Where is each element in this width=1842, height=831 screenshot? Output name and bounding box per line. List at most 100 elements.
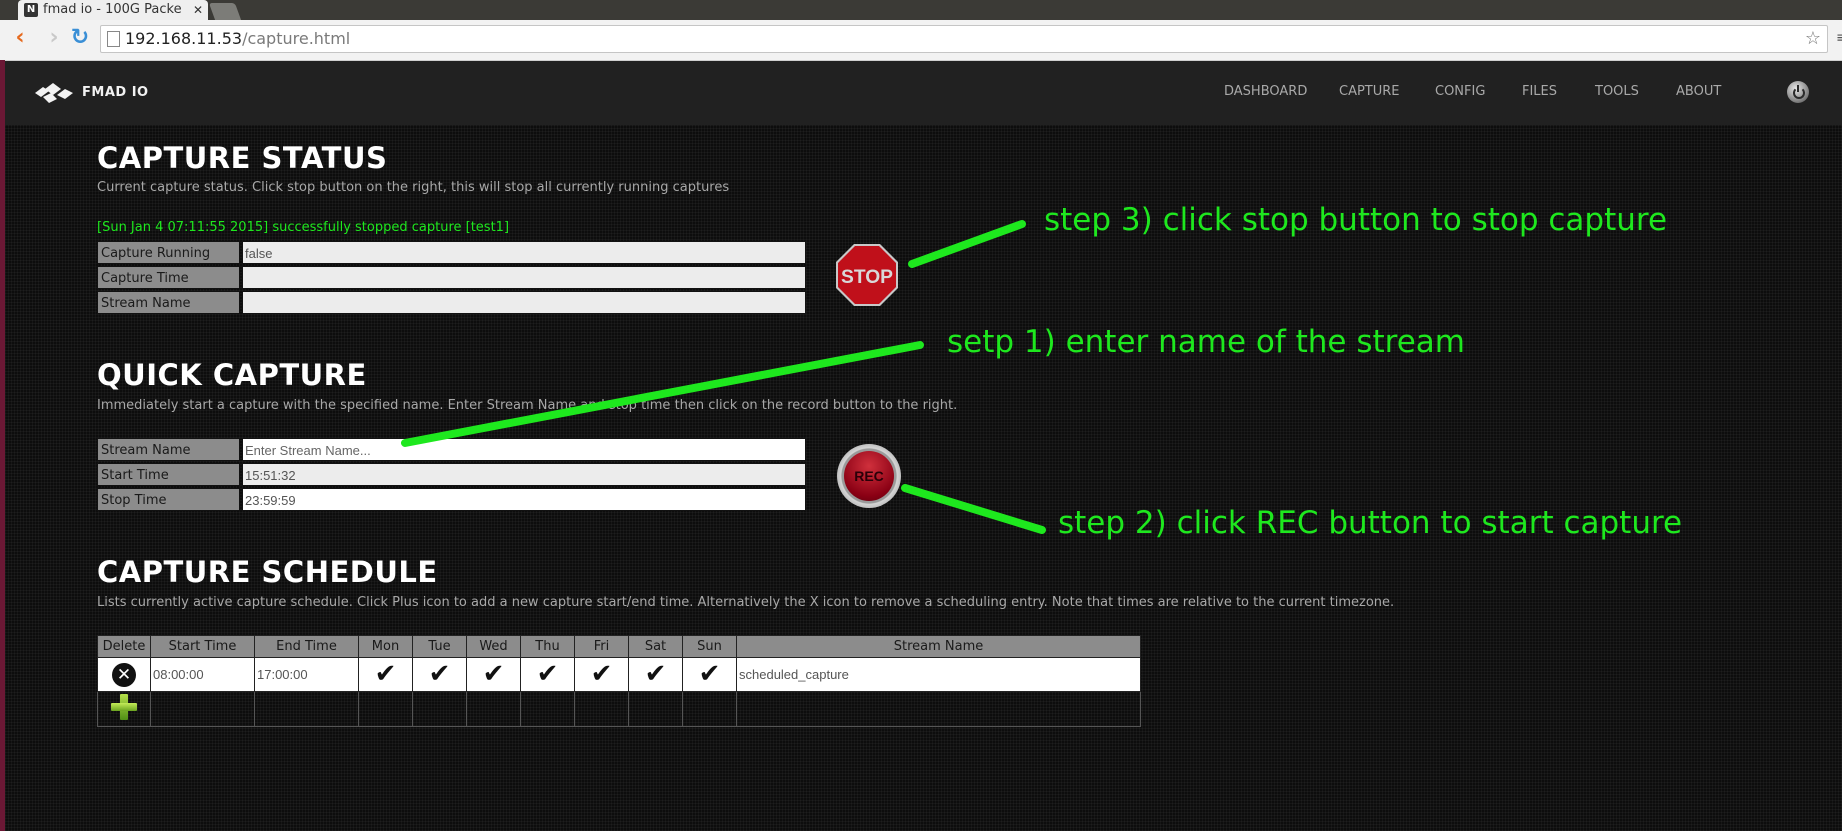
col-tue: Tue bbox=[412, 635, 467, 658]
status-label: Stream Name bbox=[97, 291, 240, 314]
col-sun: Sun bbox=[682, 635, 737, 658]
quick-capture-title: QUICK CAPTURE bbox=[97, 358, 367, 392]
wed-check-icon[interactable]: ✔ bbox=[466, 657, 521, 692]
page: FMAD IO DASHBOARD CAPTURE CONFIG FILES T… bbox=[5, 61, 1842, 831]
capture-schedule-title: CAPTURE SCHEDULE bbox=[97, 555, 438, 589]
status-row-capture-running: Capture Running false bbox=[97, 241, 810, 266]
stop-button[interactable]: STOP bbox=[835, 243, 899, 307]
col-start-time: Start Time bbox=[150, 635, 255, 658]
col-mon: Mon bbox=[358, 635, 413, 658]
empty-cell bbox=[358, 691, 413, 727]
col-thu: Thu bbox=[520, 635, 575, 658]
capture-status-description: Current capture status. Click stop butto… bbox=[97, 180, 730, 195]
empty-cell bbox=[520, 691, 575, 727]
stop-time-label: Stop Time bbox=[97, 488, 240, 511]
schedule-table: Delete Start Time End Time Mon Tue Wed T… bbox=[97, 635, 1141, 727]
status-row-stream-name: Stream Name bbox=[97, 291, 810, 316]
record-icon: REC bbox=[844, 451, 894, 501]
empty-cell bbox=[150, 691, 255, 727]
add-cell bbox=[97, 691, 151, 727]
nav-config[interactable]: CONFIG bbox=[1435, 84, 1485, 99]
empty-cell bbox=[628, 691, 683, 727]
form-row-start-time: Start Time bbox=[97, 463, 810, 488]
tab-close-icon[interactable]: ✕ bbox=[193, 0, 203, 20]
status-value bbox=[242, 266, 806, 289]
power-icon[interactable] bbox=[1787, 81, 1809, 103]
col-stream-name: Stream Name bbox=[736, 635, 1141, 658]
nav-capture[interactable]: CAPTURE bbox=[1339, 84, 1400, 99]
sun-check-icon[interactable]: ✔ bbox=[682, 657, 737, 692]
tab-title: fmad io - 100G Packe bbox=[43, 2, 182, 17]
rec-button[interactable]: REC bbox=[837, 444, 901, 508]
schedule-add-row bbox=[97, 691, 1141, 727]
browser-tabstrip: N fmad io - 100G Packe ✕ bbox=[0, 0, 1842, 20]
stop-label: STOP bbox=[841, 267, 893, 288]
status-row-capture-time: Capture Time bbox=[97, 266, 810, 291]
empty-cell bbox=[254, 691, 359, 727]
url-host: 192.168.11.53 bbox=[125, 29, 243, 48]
stream-name-label: Stream Name bbox=[97, 438, 240, 461]
end-time-cell[interactable]: 17:00:00 bbox=[254, 657, 359, 692]
browser-tab[interactable]: N fmad io - 100G Packe ✕ bbox=[18, 0, 208, 20]
start-time-input[interactable] bbox=[245, 465, 805, 486]
thu-check-icon[interactable]: ✔ bbox=[520, 657, 575, 692]
capture-schedule-description: Lists currently active capture schedule.… bbox=[97, 595, 1395, 610]
forward-icon[interactable]: › bbox=[42, 26, 66, 50]
top-navbar: FMAD IO DASHBOARD CAPTURE CONFIG FILES T… bbox=[5, 61, 1842, 125]
stop-time-input[interactable] bbox=[245, 490, 805, 511]
empty-cell bbox=[466, 691, 521, 727]
col-wed: Wed bbox=[466, 635, 521, 658]
mon-check-icon[interactable]: ✔ bbox=[358, 657, 413, 692]
schedule-row: ✕ 08:00:00 17:00:00 ✔ ✔ ✔ ✔ ✔ ✔ ✔ schedu… bbox=[97, 657, 1141, 692]
empty-cell bbox=[574, 691, 629, 727]
nav-about[interactable]: ABOUT bbox=[1676, 84, 1721, 99]
nav-tools[interactable]: TOOLS bbox=[1595, 84, 1639, 99]
url-path: /capture.html bbox=[242, 29, 351, 48]
col-delete: Delete bbox=[97, 635, 151, 658]
status-message: [Sun Jan 4 07:11:55 2015] successfully s… bbox=[97, 220, 510, 235]
stream-name-cell[interactable]: scheduled_capture bbox=[736, 657, 1141, 692]
delete-icon[interactable]: ✕ bbox=[112, 662, 136, 687]
status-label: Capture Time bbox=[97, 266, 240, 289]
browser-toolbar: ‹ › ↻ 192.168.11.53/capture.html ☆ ≡ bbox=[0, 20, 1842, 61]
capture-status-title: CAPTURE STATUS bbox=[97, 141, 388, 175]
sat-check-icon[interactable]: ✔ bbox=[628, 657, 683, 692]
annotation-step3: step 3) click stop button to stop captur… bbox=[1044, 202, 1668, 238]
rec-label: REC bbox=[854, 468, 884, 484]
stream-name-cell bbox=[242, 438, 806, 461]
nav-files[interactable]: FILES bbox=[1522, 84, 1557, 99]
tue-check-icon[interactable]: ✔ bbox=[412, 657, 467, 692]
quick-capture-description: Immediately start a capture with the spe… bbox=[97, 398, 958, 413]
url-text: 192.168.11.53/capture.html bbox=[125, 26, 350, 52]
delete-cell: ✕ bbox=[97, 657, 151, 692]
start-time-cell[interactable]: 08:00:00 bbox=[150, 657, 255, 692]
page-icon bbox=[107, 31, 120, 47]
schedule-table-wrap: Delete Start Time End Time Mon Tue Wed T… bbox=[97, 635, 1141, 727]
quick-capture-form: Stream Name Start Time Stop Time bbox=[97, 438, 810, 513]
back-icon[interactable]: ‹ bbox=[8, 26, 32, 50]
new-tab-button[interactable] bbox=[208, 3, 242, 20]
empty-cell bbox=[682, 691, 737, 727]
logo-text: FMAD IO bbox=[82, 85, 149, 100]
form-row-stream-name: Stream Name bbox=[97, 438, 810, 463]
browser-menu-icon[interactable]: ≡ bbox=[1836, 30, 1842, 46]
form-row-stop-time: Stop Time bbox=[97, 488, 810, 513]
bookmark-star-icon[interactable]: ☆ bbox=[1805, 26, 1821, 52]
start-time-label: Start Time bbox=[97, 463, 240, 486]
status-value bbox=[242, 291, 806, 314]
stream-name-input[interactable] bbox=[245, 440, 805, 461]
start-time-cell bbox=[242, 463, 806, 486]
nav-dashboard[interactable]: DASHBOARD bbox=[1224, 84, 1307, 99]
capture-status-table: Capture Running false Capture Time Strea… bbox=[97, 241, 810, 316]
address-bar[interactable]: 192.168.11.53/capture.html ☆ bbox=[100, 25, 1828, 53]
empty-cell bbox=[736, 691, 1141, 727]
status-label: Capture Running bbox=[97, 241, 240, 264]
col-end-time: End Time bbox=[254, 635, 359, 658]
col-fri: Fri bbox=[574, 635, 629, 658]
empty-cell bbox=[412, 691, 467, 727]
col-sat: Sat bbox=[628, 635, 683, 658]
annotation-step1: setp 1) enter name of the stream bbox=[947, 324, 1465, 360]
plus-icon[interactable] bbox=[111, 694, 137, 720]
fri-check-icon[interactable]: ✔ bbox=[574, 657, 629, 692]
reload-icon[interactable]: ↻ bbox=[68, 26, 92, 50]
